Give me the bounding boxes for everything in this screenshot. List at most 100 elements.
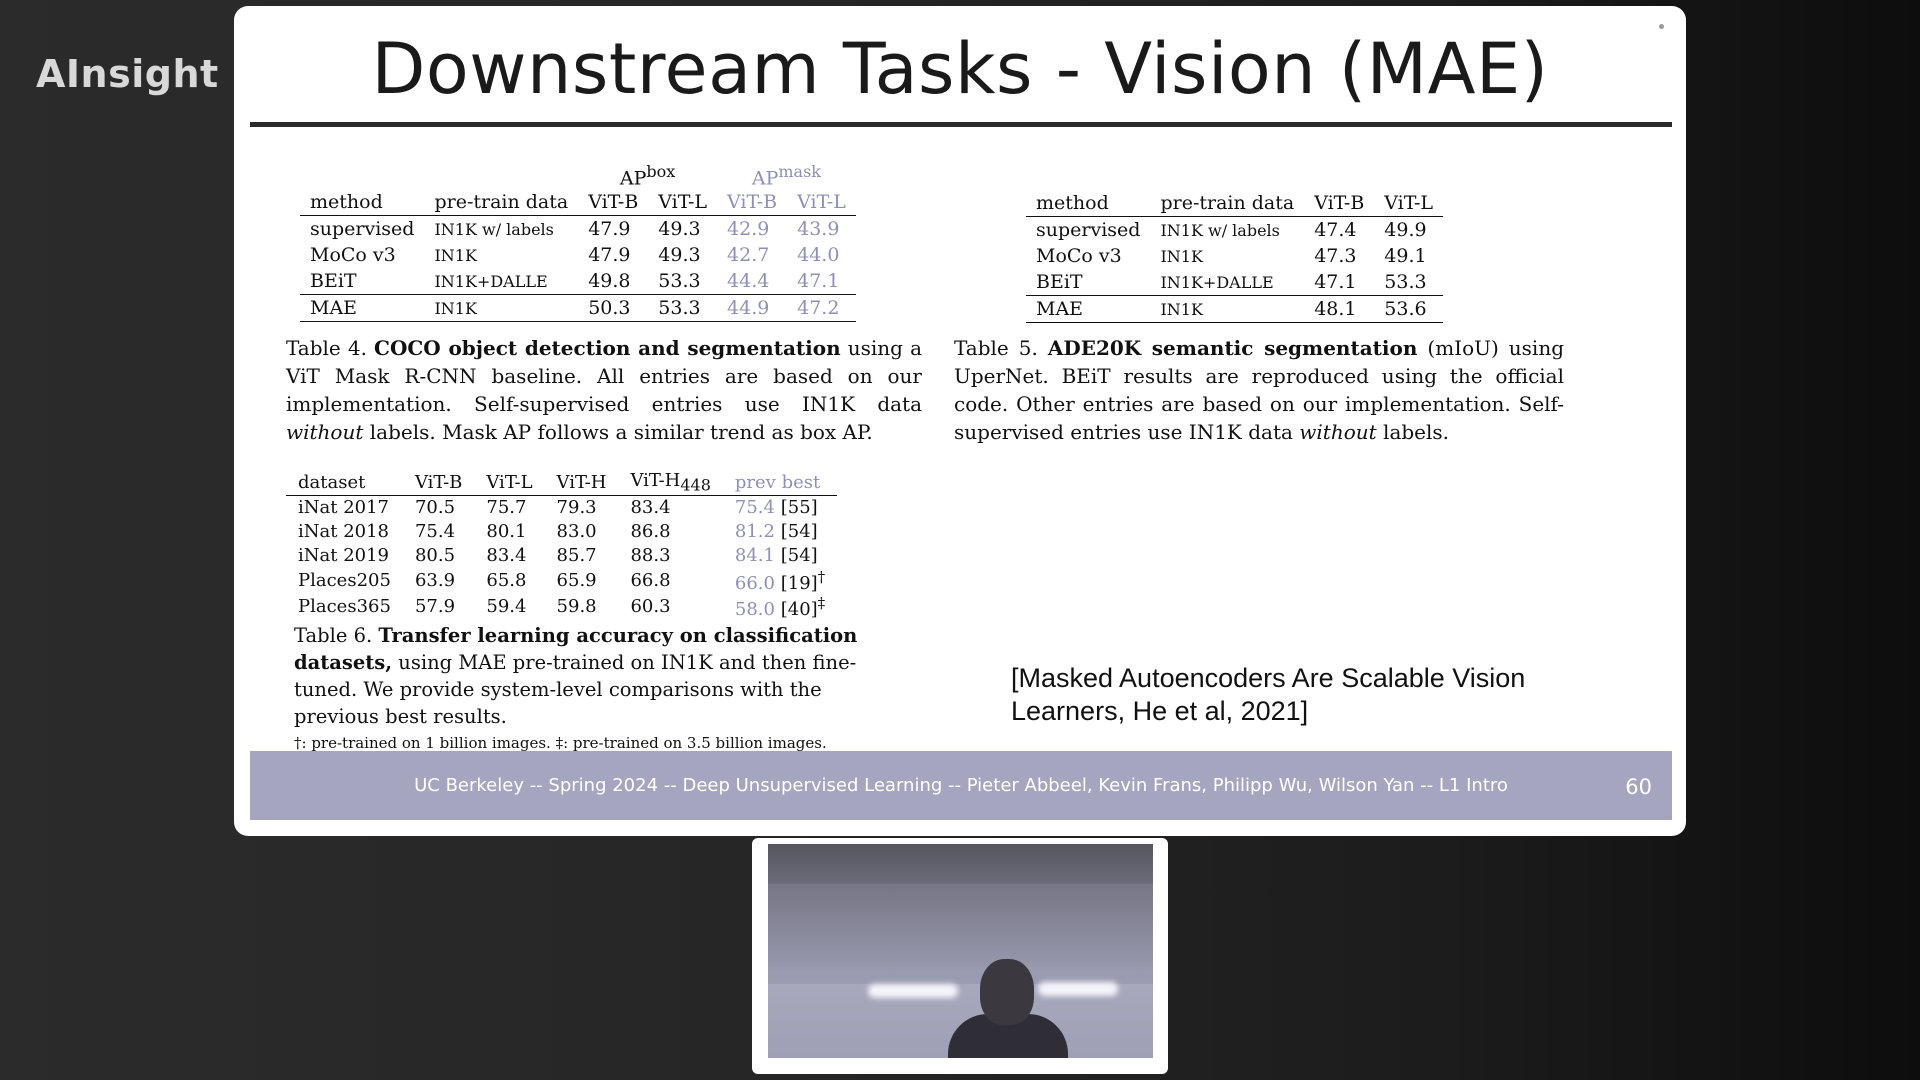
table-cell: 43.9: [797, 218, 840, 241]
table-header-row: method pre-train data ViT-B ViT-L: [1026, 190, 1444, 217]
table-cell: 44.4: [727, 270, 770, 293]
table-cell: 53.3: [648, 294, 718, 323]
table-cell: 49.3: [658, 244, 701, 267]
table-cell: 50.3: [578, 294, 649, 323]
table-coco-detection: APbox APmask method pre-train data ViT-B…: [300, 162, 856, 323]
table-row: MAE IN1K 50.3 53.3 44.9 47.2: [300, 294, 856, 323]
column-header-sub: 448: [680, 475, 711, 495]
column-header: ViT-H: [544, 470, 619, 496]
prev-best-value: 84.1: [734, 545, 775, 567]
column-header: ViT-L: [787, 189, 856, 217]
table-row: BEiT IN1K+DALLE 49.8 53.3 44.4 47.1: [300, 268, 856, 295]
table-cell: 59.8: [556, 596, 597, 618]
prev-best-value: 75.4: [734, 497, 775, 519]
table-group-header-row: APbox APmask: [300, 162, 856, 189]
table-cell: IN1K+DALLE: [434, 271, 548, 291]
table-cell: 65.9: [556, 570, 597, 592]
table-cell: 42.9: [727, 218, 770, 241]
column-header: ViT-B: [578, 189, 649, 217]
ap-mask-label: AP: [751, 167, 779, 190]
prev-best-ref: [40]: [780, 598, 818, 620]
table-cell: 66.8: [630, 570, 671, 592]
ap-mask-group: APmask: [717, 162, 856, 189]
column-header: prev best: [722, 470, 838, 496]
table-cell: 65.8: [486, 570, 527, 592]
column-header: ViT-L: [648, 189, 718, 217]
column-header: method: [300, 189, 425, 217]
table-cell: 84.1 [54]: [723, 544, 837, 568]
table-cell: iNat 2018: [298, 521, 390, 543]
table-cell: 83.4: [630, 497, 671, 519]
table-cell: supervised: [1036, 219, 1141, 241]
table-cell: 47.2: [787, 294, 856, 323]
table-cell: 75.7: [486, 497, 527, 519]
table-cell: 47.9: [588, 244, 631, 267]
caption-bold: ADE20K semantic segmentation: [1047, 336, 1418, 360]
table-cell: 44.9: [717, 294, 788, 323]
caption-bold: COCO object detection and segmentation: [374, 336, 841, 360]
prev-best-value: 66.0: [734, 572, 775, 594]
table-cell: 79.3: [556, 497, 597, 519]
column-header: ViT-H448: [618, 470, 723, 496]
caption-label: Table 6.: [294, 624, 373, 647]
table-cell: IN1K+DALLE: [1160, 272, 1274, 292]
table-cell: IN1K: [424, 294, 579, 323]
table-cell: 47.3: [1314, 245, 1357, 267]
column-header-text: ViT-H: [630, 470, 681, 491]
table-cell: 70.5: [414, 497, 456, 519]
table-row: MoCo v3 IN1K 47.9 49.3 42.7 44.0: [300, 242, 856, 268]
prev-best-ref: [54]: [780, 545, 818, 567]
slide-title: Downstream Tasks - Vision (MAE): [371, 28, 1549, 110]
table-cell: 57.9: [414, 596, 456, 618]
table-row: BEiT IN1K+DALLE 47.1 53.3: [1026, 269, 1443, 296]
slide-footer: UC Berkeley -- Spring 2024 -- Deep Unsup…: [250, 751, 1672, 820]
table-cell: IN1K: [1160, 246, 1203, 266]
caption-text: labels.: [1383, 420, 1450, 444]
table-cell: 53.3: [1384, 271, 1427, 293]
table-cell: MAE: [300, 294, 425, 323]
column-header: ViT-L: [1374, 190, 1444, 217]
paper-citation: [Masked Autoencoders Are Scalable Vision…: [1011, 663, 1526, 726]
table-row: MoCo v3 IN1K 47.3 49.1: [1026, 243, 1443, 269]
column-header: pre-train data: [1150, 190, 1305, 217]
table-cell: supervised: [310, 218, 415, 241]
speaker-webcam: [752, 838, 1168, 1074]
table-cell: MoCo v3: [310, 244, 396, 267]
page-number: 60: [1625, 775, 1652, 799]
column-header: ViT-B: [402, 470, 475, 496]
table-cell: 49.9: [1384, 219, 1427, 241]
table-cell: 47.4: [1314, 219, 1357, 241]
column-header: dataset: [286, 470, 403, 496]
table-cell: 85.7: [556, 545, 597, 567]
column-header: ViT-B: [1304, 190, 1375, 217]
table-cell: 83.0: [556, 521, 597, 543]
table-cell: 59.4: [486, 596, 527, 618]
watermark-brand: AInsight: [36, 52, 219, 96]
table-cell: 81.2 [54]: [723, 520, 837, 544]
caption-italic: without: [286, 420, 364, 444]
table-cell: iNat 2019: [298, 545, 390, 567]
webcam-ceiling: [768, 844, 1153, 884]
table-cell: 63.9: [414, 570, 456, 592]
table-cell: 47.9: [588, 218, 631, 241]
ap-mask-sup: mask: [778, 162, 821, 181]
table4-caption: Table 4. COCO object detection and segme…: [286, 334, 922, 446]
table-cell: 66.0 [19]†: [723, 568, 837, 594]
table-cell: MoCo v3: [1036, 245, 1122, 267]
ap-box-label: AP: [619, 167, 647, 190]
caption-italic: without: [1299, 420, 1377, 444]
column-header: ViT-L: [474, 470, 545, 496]
table-cell: Places205: [298, 570, 391, 592]
table-header-row: method pre-train data ViT-B ViT-L ViT-B …: [300, 189, 856, 217]
table-cell: IN1K w/ labels: [1160, 220, 1280, 240]
table-cell: 49.1: [1384, 245, 1427, 267]
table-cell: 53.6: [1374, 295, 1444, 323]
table-cell: MAE: [1026, 295, 1151, 323]
table-cell: 80.1: [486, 521, 527, 543]
presentation-slide: Downstream Tasks - Vision (MAE) APbox AP…: [234, 6, 1686, 836]
table6-caption: Table 6. Transfer learning accuracy on c…: [294, 622, 894, 754]
ap-box-group: APbox: [578, 162, 717, 189]
prev-best-ref: [19]: [780, 572, 818, 594]
ap-box-sup: box: [646, 162, 676, 181]
prev-best-ref: [55]: [780, 497, 818, 519]
